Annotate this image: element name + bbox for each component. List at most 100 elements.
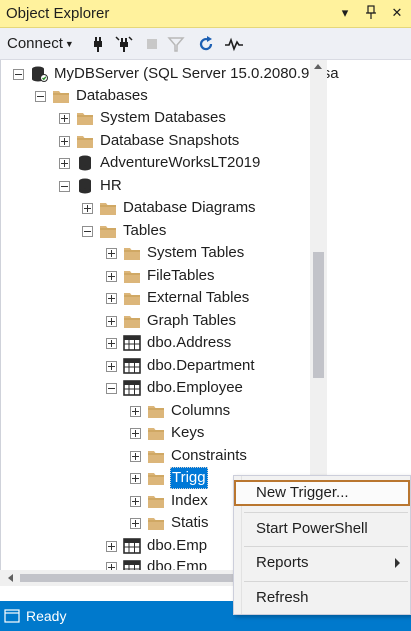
tree-node-system-databases[interactable]: System Databases [59, 107, 227, 129]
tree-node-triggers[interactable]: Trigg [130, 467, 208, 489]
tree-node-databases[interactable]: Databases [35, 85, 149, 107]
folder-icon [148, 518, 164, 530]
tree-node-label: External Tables [147, 289, 250, 306]
tree-node-adventureworks[interactable]: AdventureWorksLT2019 [59, 152, 261, 174]
folder-icon [148, 496, 164, 508]
refresh-icon[interactable] [196, 34, 216, 54]
menu-item-label: Refresh [256, 589, 309, 606]
expand-icon[interactable] [130, 517, 141, 529]
tree-node-statistics[interactable]: Statis [130, 512, 210, 534]
tree-node-label: Statis [171, 514, 209, 531]
tree-node-label: dbo.Emp [147, 558, 208, 570]
tree-node-label: Database Snapshots [100, 132, 240, 149]
expand-icon[interactable] [106, 562, 117, 570]
menu-item-start-powershell[interactable]: Start PowerShell [234, 516, 410, 542]
menu-item-reports[interactable]: Reports [234, 550, 410, 576]
vertical-scroll-thumb[interactable] [313, 252, 324, 378]
expand-icon[interactable] [106, 270, 117, 282]
tree-node-label: AdventureWorksLT2019 [100, 154, 261, 171]
disconnect-plug-icon[interactable] [114, 34, 134, 54]
collapse-icon[interactable] [59, 180, 70, 192]
tree-node-label: dbo.Address [147, 334, 232, 351]
table-icon [123, 380, 141, 396]
tree-node-label: Keys [171, 424, 205, 441]
tree-node-dbo-employee[interactable]: dbo.Employee [106, 377, 244, 399]
tree-node-dbo-department[interactable]: dbo.Department [106, 355, 256, 377]
tree-node-keys[interactable]: Keys [130, 422, 205, 444]
tree-node-tables[interactable]: Tables [82, 220, 167, 242]
folder-icon [148, 473, 164, 485]
tree-node-filetables[interactable]: FileTables [106, 265, 216, 287]
horizontal-scroll-thumb[interactable] [20, 574, 240, 582]
tree-node-database-snapshots[interactable]: Database Snapshots [59, 130, 240, 152]
expand-icon[interactable] [59, 135, 70, 147]
folder-icon [148, 428, 164, 440]
expand-icon[interactable] [130, 495, 141, 507]
tree-node-system-tables[interactable]: System Tables [106, 242, 245, 264]
menu-item-refresh[interactable]: Refresh [234, 585, 410, 611]
menu-separator [244, 512, 408, 513]
expand-icon[interactable] [130, 450, 141, 462]
collapse-icon[interactable] [106, 382, 117, 394]
tree-node-label: Tables [123, 222, 167, 239]
expand-icon[interactable] [106, 337, 117, 349]
window-position-dropdown-icon[interactable]: ▾ [336, 3, 354, 23]
stop-icon[interactable] [142, 34, 162, 54]
collapse-icon[interactable] [82, 225, 93, 237]
tree-node-graph-tables[interactable]: Graph Tables [106, 310, 237, 332]
connect-dropdown-button[interactable]: Connect ▼ [7, 35, 74, 52]
tree-node-external-tables[interactable]: External Tables [106, 287, 250, 309]
tree-node-dbo-emp-2[interactable]: dbo.Emp [106, 557, 208, 570]
folder-icon [53, 91, 69, 103]
tree-node-dbo-address[interactable]: dbo.Address [106, 332, 232, 354]
tree-node-label-selected: Trigg [170, 467, 208, 489]
folder-icon [77, 113, 93, 125]
tree-node-label: FileTables [147, 267, 215, 284]
connect-plug-icon[interactable] [88, 34, 108, 54]
tree-node-hr[interactable]: HR [59, 175, 123, 197]
tree-node-indexes[interactable]: Index [130, 490, 209, 512]
expand-icon[interactable] [106, 540, 117, 552]
menu-separator [244, 546, 408, 547]
expand-icon[interactable] [130, 405, 141, 417]
tree-node-label: MyDBServer (SQL Server 15.0.2080.9 - sa [54, 65, 339, 82]
collapse-icon[interactable] [35, 90, 46, 102]
status-indicator-icon [4, 609, 20, 623]
folder-icon [124, 248, 140, 260]
panel-title: Object Explorer [6, 5, 110, 22]
activity-monitor-icon[interactable] [224, 34, 244, 54]
auto-hide-pin-icon[interactable] [362, 3, 380, 23]
tree-node-database-diagrams[interactable]: Database Diagrams [82, 197, 257, 219]
tree-node-label: dbo.Employee [147, 379, 243, 396]
tree-node-label: Columns [171, 402, 231, 419]
folder-icon [100, 226, 116, 238]
tree-node-server[interactable]: MyDBServer (SQL Server 15.0.2080.9 - sa [13, 63, 340, 85]
object-explorer-toolbar: Connect ▼ [0, 28, 411, 60]
filter-icon[interactable] [166, 34, 186, 54]
expand-icon[interactable] [106, 247, 117, 259]
expand-icon[interactable] [106, 360, 117, 372]
close-panel-icon[interactable]: ✕ [388, 3, 406, 23]
expand-icon[interactable] [82, 202, 93, 214]
folder-icon [124, 271, 140, 283]
expand-icon[interactable] [130, 427, 141, 439]
table-icon [123, 335, 141, 351]
collapse-icon[interactable] [13, 68, 24, 80]
menu-item-new-trigger[interactable]: New Trigger... [234, 480, 410, 506]
scroll-left-arrow-icon[interactable] [8, 574, 13, 582]
expand-icon[interactable] [130, 472, 141, 484]
tree-node-constraints[interactable]: Constraints [130, 445, 248, 467]
folder-icon [124, 293, 140, 305]
server-icon [32, 66, 48, 82]
scroll-up-arrow-icon[interactable] [314, 64, 322, 69]
tree-node-columns[interactable]: Columns [130, 400, 231, 422]
tree-node-label: Graph Tables [147, 312, 236, 329]
expand-icon[interactable] [106, 315, 117, 327]
tree-node-label: dbo.Emp [147, 537, 208, 554]
tree-node-dbo-emp-1[interactable]: dbo.Emp [106, 535, 208, 557]
expand-icon[interactable] [106, 292, 117, 304]
expand-icon[interactable] [59, 112, 70, 124]
folder-icon [100, 203, 116, 215]
table-icon [123, 560, 141, 570]
expand-icon[interactable] [59, 157, 70, 169]
